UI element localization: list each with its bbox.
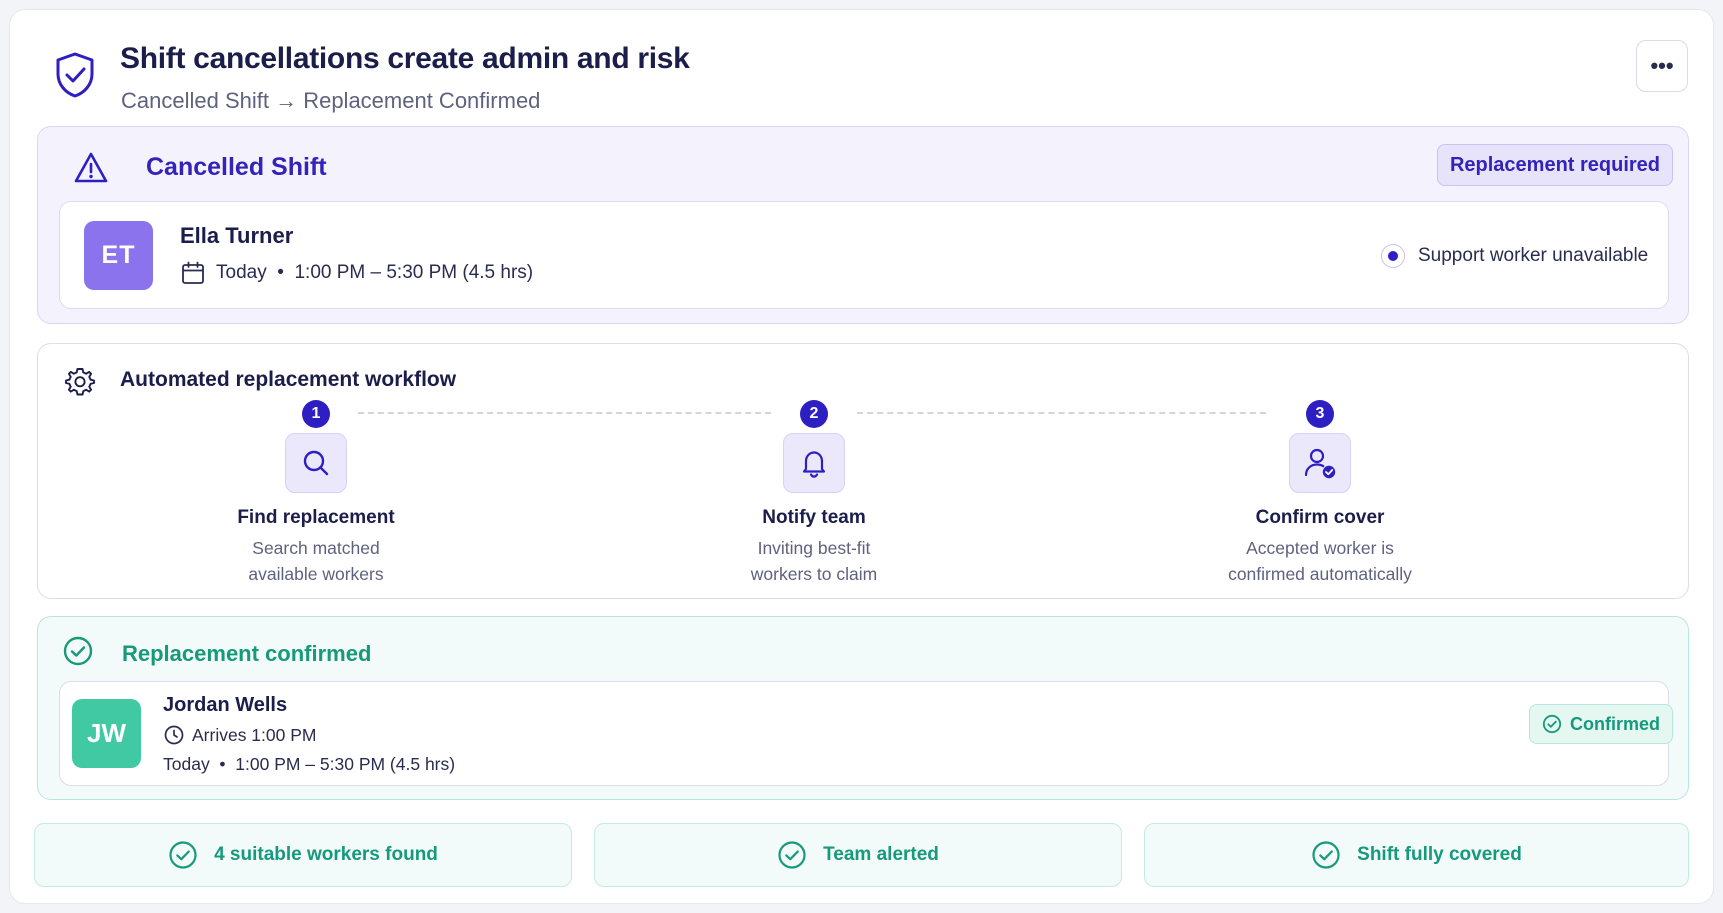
step-number: 2 — [800, 400, 828, 428]
search-icon — [303, 450, 329, 476]
step-icon-box — [783, 433, 845, 493]
check-circle-icon — [63, 636, 93, 666]
cancellation-reason: Support worker unavailable — [1418, 245, 1649, 266]
step-title: Confirm cover — [1255, 507, 1385, 528]
summary-team-alerted: Team alerted — [594, 823, 1122, 887]
summary-shift-covered: Shift fully covered — [1144, 823, 1689, 887]
cancelled-shift-title: Cancelled Shift — [146, 153, 327, 181]
check-circle-icon — [1312, 841, 1340, 869]
arrival-time: Arrives 1:00 PM — [192, 725, 317, 745]
step-icon-box — [1289, 433, 1351, 493]
page-title: Shift cancellations create admin and ris… — [120, 42, 690, 75]
step-number: 3 — [1306, 400, 1334, 428]
step-description-line: workers to claim — [750, 564, 878, 584]
step-number: 1 — [302, 400, 330, 428]
step-description: Search matched available workers — [166, 535, 466, 587]
replacement-confirmed-title: Replacement confirmed — [122, 641, 372, 666]
avatar: ET — [84, 221, 153, 290]
cancelled-shift-panel: Cancelled Shift Replacement required ET … — [37, 126, 1689, 324]
confirmed-badge-label: Confirmed — [1570, 713, 1660, 734]
summary-label: 4 suitable workers found — [214, 844, 438, 865]
summary-label: Shift fully covered — [1357, 844, 1522, 865]
check-circle-icon — [1542, 714, 1562, 734]
worker-name: Jordan Wells — [163, 694, 288, 716]
check-circle-icon — [778, 841, 806, 869]
clock-icon — [164, 725, 184, 745]
gear-icon — [65, 368, 95, 396]
step-title: Notify team — [762, 507, 866, 528]
step-description: Inviting best-fit workers to claim — [664, 535, 964, 587]
replacement-workflow-panel: Automated replacement workflow 1 Find re… — [37, 343, 1689, 599]
summary-workers-found: 4 suitable workers found — [34, 823, 572, 887]
shield-check-icon — [56, 52, 94, 98]
step-title: Find replacement — [237, 507, 395, 528]
workflow-step-notify: 2 Notify team Inviting best-fit workers … — [664, 400, 964, 587]
workflow-title: Automated replacement workflow — [120, 368, 457, 391]
shift-time: Today • 1:00 PM – 5:30 PM (4.5 hrs) — [163, 754, 456, 774]
replacement-worker-row[interactable]: JW Jordan Wells Arrives 1:00 PM Today • … — [59, 681, 1673, 786]
step-icon-box — [285, 433, 347, 493]
step-description-line: available workers — [248, 564, 384, 584]
avatar: JW — [72, 699, 141, 768]
bell-icon — [802, 451, 826, 478]
workflow-step-confirm: 3 Confirm cover Accepted worker is confi… — [1170, 400, 1470, 587]
step-description-line: confirmed automatically — [1228, 564, 1412, 584]
check-circle-icon — [169, 841, 197, 869]
worker-name: Ella Turner — [180, 223, 294, 248]
cancelled-shift-row[interactable]: ET Ella Turner Today • 1:00 PM – 5:30 PM… — [59, 201, 1669, 309]
reason-radio[interactable] — [1381, 244, 1405, 268]
step-description-line: Inviting best-fit — [757, 538, 871, 558]
user-check-icon — [1304, 448, 1336, 479]
confirmed-badge: Confirmed — [1529, 704, 1673, 744]
more-options-button[interactable]: ••• — [1636, 40, 1688, 92]
calendar-icon — [182, 261, 204, 284]
replacement-required-badge: Replacement required — [1437, 144, 1673, 186]
step-description-line: Accepted worker is — [1246, 538, 1394, 558]
shift-time: Today • 1:00 PM – 5:30 PM (4.5 hrs) — [216, 262, 534, 283]
warning-icon — [74, 152, 108, 183]
page-subtitle: Cancelled Shift → Replacement Confirmed — [121, 88, 541, 113]
main-card: Shift cancellations create admin and ris… — [9, 9, 1714, 904]
replacement-confirmed-panel: Replacement confirmed JW Jordan Wells Ar… — [37, 616, 1689, 800]
step-description: Accepted worker is confirmed automatical… — [1170, 535, 1470, 587]
step-description-line: Search matched — [252, 538, 380, 558]
summary-label: Team alerted — [823, 844, 939, 865]
workflow-step-find: 1 Find replacement Search matched availa… — [166, 400, 466, 587]
